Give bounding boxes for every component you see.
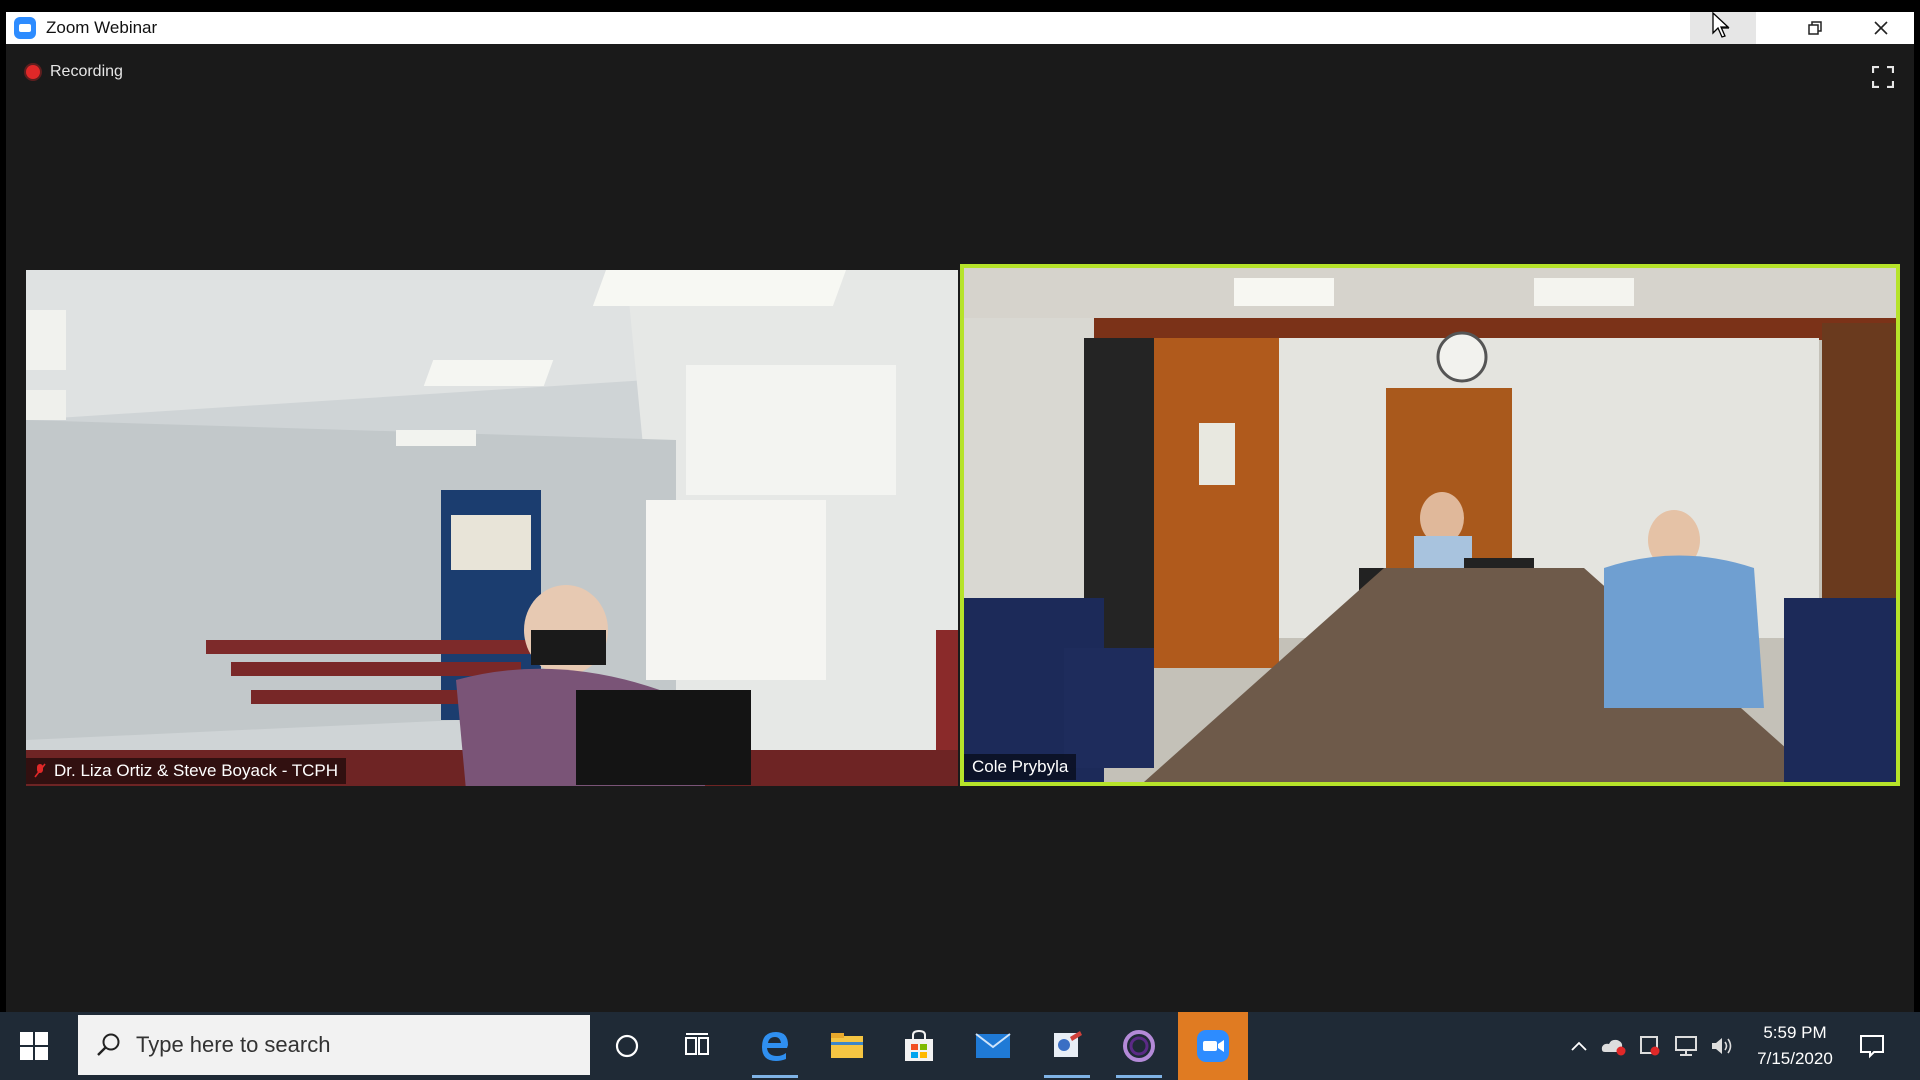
fullscreen-icon[interactable] — [1872, 66, 1894, 88]
participant-name-tag: Cole Prybyla — [964, 754, 1077, 780]
task-view-icon — [685, 1033, 709, 1055]
edge-button[interactable] — [740, 1012, 810, 1080]
notification-center-icon[interactable] — [1852, 1026, 1892, 1066]
onedrive-error-icon — [1601, 1039, 1626, 1056]
mail-icon — [975, 1033, 1011, 1058]
recording-dot-icon — [26, 65, 40, 79]
title-bar: Zoom Webinar — [6, 12, 1914, 44]
cortana-icon — [615, 1034, 639, 1058]
show-hidden-icons-button[interactable] — [1568, 1012, 1590, 1080]
video-tile-active-speaker[interactable]: Cole Prybyla — [960, 264, 1900, 786]
task-view-button[interactable] — [662, 1012, 732, 1080]
cortana-button[interactable] — [592, 1012, 662, 1080]
store-button[interactable] — [884, 1012, 954, 1080]
onedrive-tray-button[interactable] — [1600, 1012, 1628, 1080]
running-indicator — [1044, 1075, 1090, 1078]
file-explorer-button[interactable] — [812, 1012, 882, 1080]
search-placeholder: Type here to search — [136, 1032, 331, 1057]
running-indicator — [1116, 1075, 1162, 1078]
taskbar-search-box[interactable]: Type here to search — [78, 1015, 590, 1075]
participant-name-tag: Dr. Liza Ortiz & Steve Boyack - TCPH — [26, 758, 347, 784]
mail-button[interactable] — [958, 1012, 1028, 1080]
video-tile-tcph[interactable]: Dr. Liza Ortiz & Steve Boyack - TCPH — [26, 270, 958, 786]
zoom-window: Zoom Webinar Recording Dr. Liza Ortiz & … — [6, 12, 1914, 1012]
running-indicator — [752, 1075, 798, 1078]
network-tray-button[interactable] — [1672, 1012, 1700, 1080]
close-icon — [1874, 21, 1888, 35]
network-icon — [1675, 1036, 1697, 1056]
security-tray-button[interactable] — [1636, 1012, 1664, 1080]
volume-icon — [1712, 1038, 1732, 1054]
clock-date: 7/15/2020 — [1757, 1049, 1833, 1068]
video-feed-conference-room — [964, 268, 1896, 782]
security-alert-icon — [1640, 1036, 1660, 1056]
edge-icon — [762, 1032, 788, 1061]
window-title: Zoom Webinar — [46, 18, 158, 37]
video-feed-classroom — [26, 270, 958, 786]
recording-label: Recording — [50, 63, 123, 80]
zoom-app-icon — [14, 17, 36, 39]
volume-tray-button[interactable] — [1708, 1012, 1736, 1080]
taskbar-clock[interactable]: 5:59 PM 7/15/2020 — [1740, 1020, 1850, 1072]
circle-app-icon — [1123, 1030, 1155, 1062]
windows-start-icon[interactable] — [20, 1032, 48, 1060]
zoom-icon — [1197, 1030, 1229, 1062]
chevron-up-icon — [1571, 1041, 1587, 1051]
search-icon — [97, 1033, 120, 1056]
restore-button[interactable] — [1782, 12, 1848, 44]
circle-app-button[interactable] — [1104, 1012, 1174, 1080]
zoom-taskbar-button[interactable] — [1178, 1012, 1248, 1080]
mic-muted-icon — [34, 763, 46, 778]
store-icon — [905, 1030, 933, 1061]
recording-indicator[interactable]: Recording — [26, 63, 123, 81]
file-explorer-icon — [831, 1033, 863, 1058]
restore-icon — [1808, 21, 1822, 35]
clock-time: 5:59 PM — [1763, 1023, 1827, 1042]
paint-button[interactable] — [1032, 1012, 1102, 1080]
windows-taskbar: Type here to search 5:59 PM 7/15/2020 — [0, 1012, 1920, 1080]
participant-name: Cole Prybyla — [972, 757, 1069, 776]
mouse-cursor-icon — [1712, 12, 1730, 38]
paint-icon — [1054, 1031, 1082, 1057]
participant-name: Dr. Liza Ortiz & Steve Boyack - TCPH — [54, 761, 339, 780]
close-button[interactable] — [1848, 12, 1914, 44]
